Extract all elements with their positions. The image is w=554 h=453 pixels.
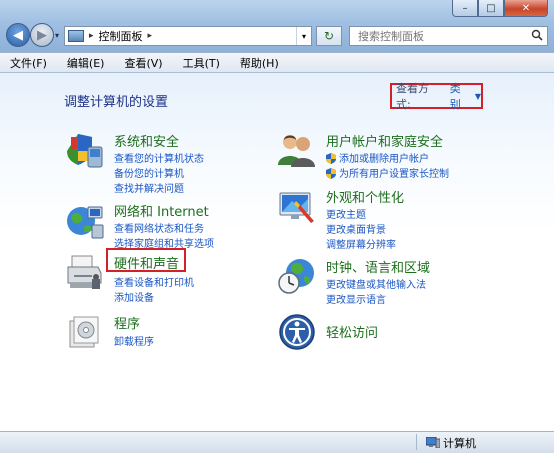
refresh-button[interactable]: ↻ [316,26,342,46]
address-history-dropdown[interactable]: ▾ [296,27,311,45]
link-network-status[interactable]: 查看网络状态和任务 [114,220,204,235]
status-divider [416,434,417,450]
computer-icon [426,437,440,448]
category-ease-of-access: 轻松访问 [278,313,518,353]
window-controls: – □ ✕ [452,0,548,17]
view-by-value[interactable]: 类别 [450,80,471,112]
printer-icon[interactable] [66,253,104,291]
category-title-network[interactable]: 网络和 Internet [114,201,209,220]
recent-pages-dropdown[interactable]: ▾ [55,31,59,40]
minimize-button[interactable]: – [452,0,478,17]
title-bar: – □ ✕ ◀ ▶ ▾ ▸ 控制面板 ▸ ▾ ↻ [0,0,554,52]
hardware-highlight-box [106,248,186,272]
link-desktop-background[interactable]: 更改桌面背景 [326,221,386,236]
menu-tools[interactable]: 工具(T) [183,55,220,71]
category-network-internet: 网络和 Internet 查看网络状态和任务 选择家庭组和共享选项 [66,201,266,251]
link-troubleshoot[interactable]: 查找并解决问题 [114,180,184,195]
category-system-security: 系统和安全 查看您的计算机状态 备份您的计算机 查找并解决问题 [66,131,266,195]
category-user-accounts: 用户帐户和家庭安全 添加或删除用户帐户 为所有用户设置家长控制 [278,131,518,181]
category-title-clock[interactable]: 时钟、语言和区域 [326,257,430,276]
search-box[interactable] [349,26,548,46]
link-parental-controls[interactable]: 为所有用户设置家长控制 [326,165,449,180]
menu-file[interactable]: 文件(F) [10,55,47,71]
category-programs: 程序 卸载程序 [66,313,266,353]
programs-icon[interactable] [66,313,104,351]
link-screen-resolution[interactable]: 调整屏幕分辨率 [326,236,396,251]
control-panel-icon [68,30,84,42]
link-change-theme[interactable]: 更改主题 [326,206,366,221]
link-view-computer-status[interactable]: 查看您的计算机状态 [114,150,204,165]
page-title: 调整计算机的设置 [64,95,169,110]
status-computer-label: 计算机 [443,437,476,450]
search-icon[interactable] [531,29,543,44]
status-bar: 计算机 [0,431,554,453]
link-backup-computer[interactable]: 备份您的计算机 [114,165,184,180]
ease-of-access-icon[interactable] [278,313,316,351]
breadcrumb-separator[interactable]: ▸ [89,31,94,41]
back-arrow-icon: ◀ [13,27,23,43]
link-add-remove-users[interactable]: 添加或删除用户帐户 [326,150,429,165]
network-globe-icon[interactable] [66,201,104,239]
view-by-selector[interactable]: 查看方式: 类别 ▼ [390,80,483,112]
menu-help[interactable]: 帮助(H) [240,55,279,71]
link-change-keyboard[interactable]: 更改键盘或其他输入法 [326,276,426,291]
dropdown-arrow-icon[interactable]: ▼ [475,92,481,101]
address-bar[interactable]: ▸ 控制面板 ▸ ▾ [64,26,312,46]
uac-shield-icon [326,153,336,164]
category-title-programs[interactable]: 程序 [114,313,140,332]
category-title-appearance[interactable]: 外观和个性化 [326,187,404,206]
link-uninstall-program[interactable]: 卸载程序 [114,333,154,348]
appearance-icon[interactable] [278,187,316,225]
control-panel-window: – □ ✕ ◀ ▶ ▾ ▸ 控制面板 ▸ ▾ ↻ 文件(F) 编辑 [0,0,554,453]
clock-globe-icon[interactable] [278,257,316,295]
link-display-language[interactable]: 更改显示语言 [326,291,386,306]
close-button[interactable]: ✕ [504,0,548,17]
link-add-device[interactable]: 添加设备 [114,289,154,304]
view-by-label: 查看方式: [396,82,429,111]
link-devices-printers[interactable]: 查看设备和打印机 [114,274,194,289]
menu-bar: 文件(F) 编辑(E) 查看(V) 工具(T) 帮助(H) [0,52,554,73]
refresh-icon: ↻ [323,29,335,43]
search-input[interactable] [356,28,530,44]
forward-arrow-icon: ▶ [37,27,47,43]
maximize-button[interactable]: □ [478,0,504,17]
back-button[interactable]: ◀ [6,23,30,47]
category-title-system[interactable]: 系统和安全 [114,131,179,150]
breadcrumb-separator[interactable]: ▸ [148,31,153,41]
category-title-ease-of-access[interactable]: 轻松访问 [326,322,378,341]
uac-shield-icon [326,168,336,179]
users-icon[interactable] [278,131,316,169]
menu-edit[interactable]: 编辑(E) [67,55,105,71]
security-shield-icon[interactable] [66,131,104,169]
menu-view[interactable]: 查看(V) [124,55,162,71]
forward-button[interactable]: ▶ [30,23,54,47]
control-panel-content: 调整计算机的设置 查看方式: 类别 ▼ 系统和安全 查看您的计算机状态 备份您的… [0,73,554,431]
category-appearance: 外观和个性化 更改主题 更改桌面背景 调整屏幕分辨率 [278,187,518,251]
category-title-users[interactable]: 用户帐户和家庭安全 [326,131,443,150]
breadcrumb-control-panel[interactable]: 控制面板 [99,28,143,44]
category-clock-language-region: 时钟、语言和区域 更改键盘或其他输入法 更改显示语言 [278,257,518,307]
